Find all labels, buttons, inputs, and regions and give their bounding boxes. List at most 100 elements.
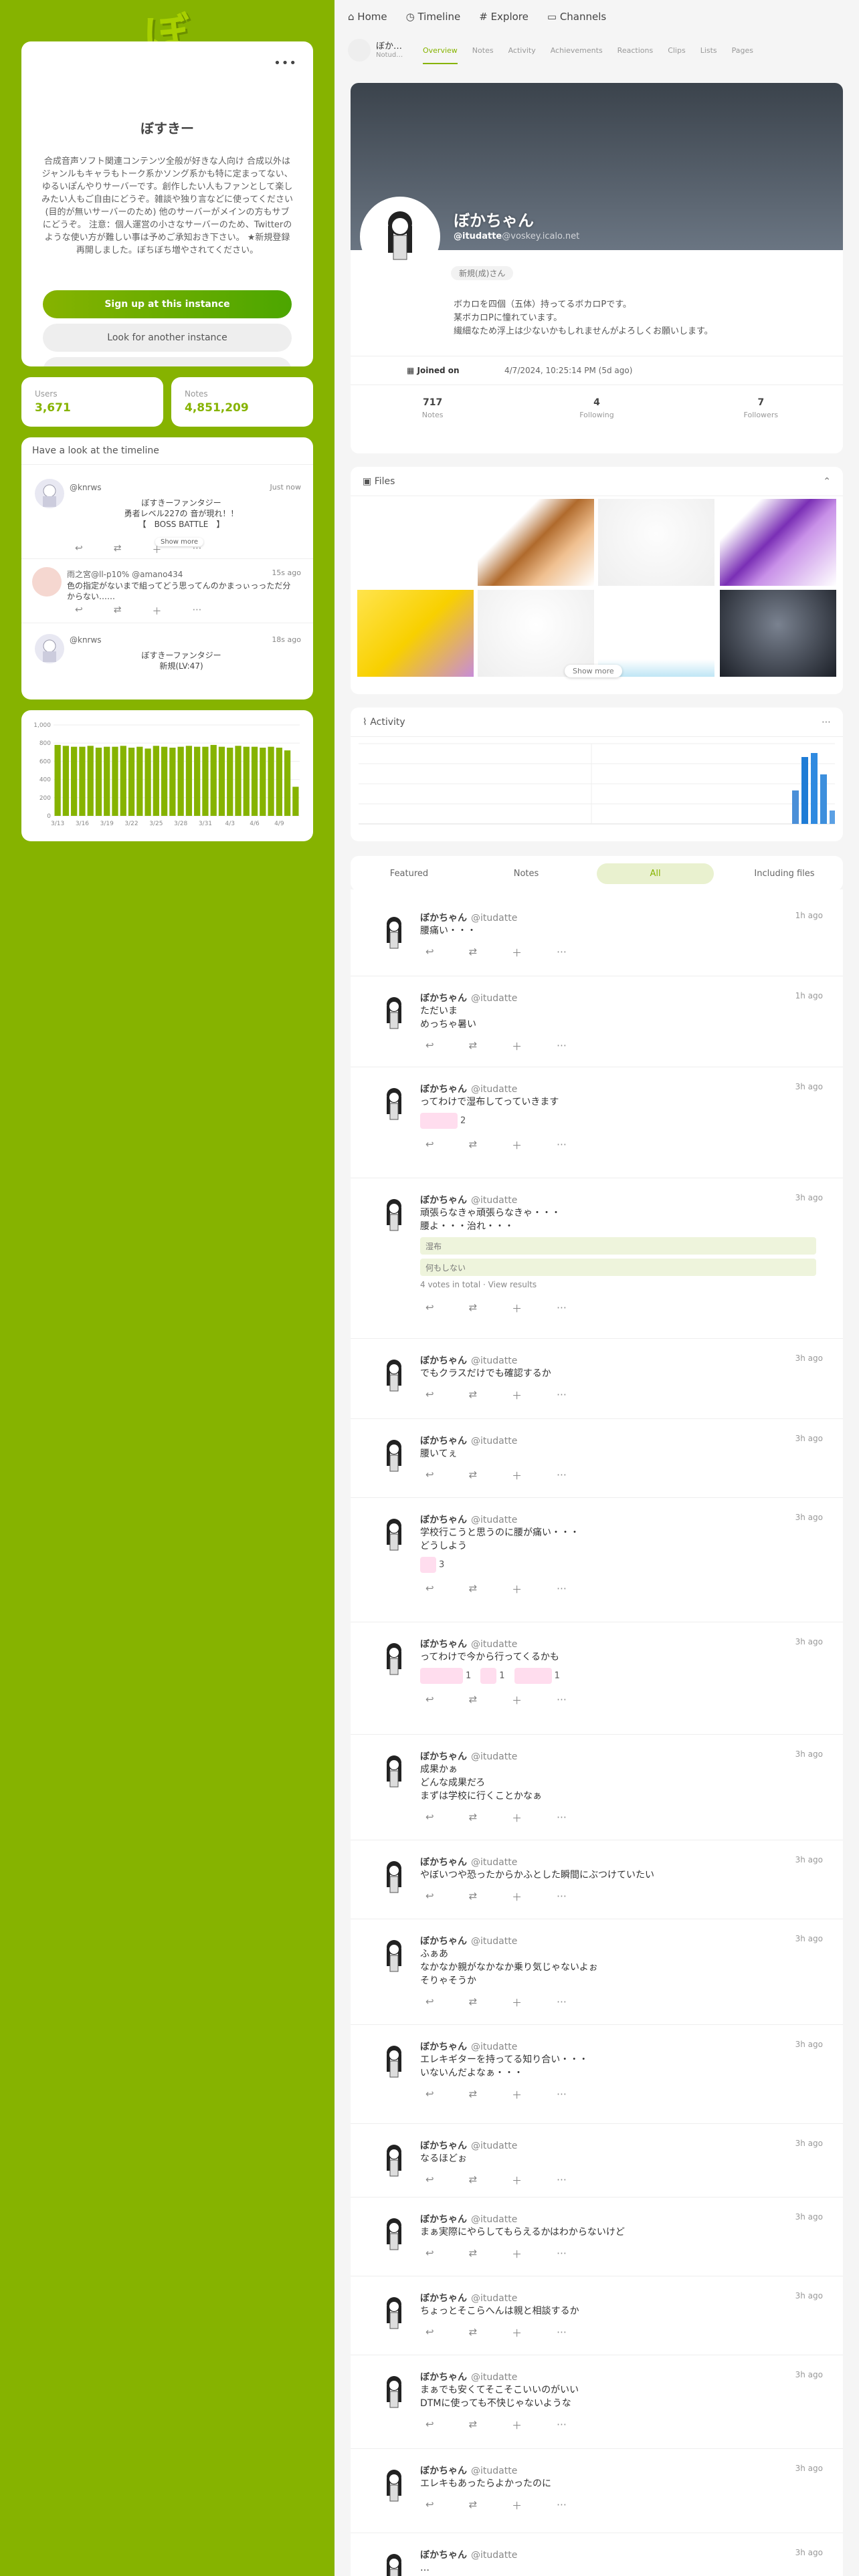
- reaction-button[interactable]: 3: [420, 1557, 444, 1573]
- reply-icon[interactable]: ↩: [425, 1582, 434, 1596]
- note-item[interactable]: ぼかちゃん @itudatte 3h ago やぼいつや恐ったからかふとした瞬間に…: [351, 1840, 843, 1919]
- reply-icon[interactable]: ↩: [425, 2326, 434, 2340]
- reaction-button[interactable]: 1: [480, 1668, 505, 1684]
- poll-info[interactable]: 4 votes in total · View results: [420, 1280, 537, 1289]
- note-author[interactable]: ぼかちゃん @itudatte: [420, 1434, 517, 1447]
- note-time[interactable]: 3h ago: [795, 2548, 823, 2557]
- tab-lists[interactable]: Lists: [700, 46, 717, 55]
- renote-icon[interactable]: ⇄: [469, 2247, 478, 2261]
- avatar[interactable]: [375, 1083, 413, 1122]
- react-icon[interactable]: ＋: [512, 2418, 522, 2432]
- reply-icon[interactable]: ↩: [425, 1039, 434, 1053]
- note-time[interactable]: 3h ago: [795, 1082, 823, 1091]
- file-thumbnail[interactable]: [720, 590, 836, 677]
- renote-icon[interactable]: ⇄: [469, 1693, 478, 1707]
- react-icon[interactable]: ＋: [152, 543, 161, 556]
- avatar[interactable]: [375, 1435, 413, 1474]
- note-time[interactable]: 3h ago: [795, 2040, 823, 2049]
- poll-option[interactable]: 湿布: [420, 1237, 816, 1255]
- note-author[interactable]: ぼかちゃん @itudatte: [420, 1749, 517, 1763]
- reply-icon[interactable]: ↩: [425, 2247, 434, 2261]
- reaction-button[interactable]: 1: [514, 1668, 560, 1684]
- tab-pages[interactable]: Pages: [732, 46, 753, 55]
- file-thumbnail[interactable]: [598, 590, 714, 677]
- note-author[interactable]: ぼかちゃん @itudatte: [420, 1082, 517, 1095]
- more-icon[interactable]: ⋯: [192, 543, 201, 556]
- avatar[interactable]: [375, 1514, 413, 1553]
- note-item[interactable]: ぼかちゃん @itudatte 3h ago ってわけで今から行ってくるかも 1 1 1…: [351, 1622, 843, 1735]
- note-item[interactable]: ぼかちゃん @itudatte 3h ago 学校行こうと思うのに腰が痛い・・・ …: [351, 1498, 843, 1622]
- react-icon[interactable]: ＋: [512, 1811, 522, 1825]
- note-item[interactable]: ぼかちゃん @itudatte 3h ago なるほどぉ ↩ ⇄ ＋ ⋯: [351, 2124, 843, 2197]
- avatar[interactable]: [375, 1355, 413, 1394]
- note-author[interactable]: ぼかちゃん @itudatte: [420, 2139, 517, 2152]
- renote-icon[interactable]: ⇄: [469, 2326, 478, 2340]
- files-header[interactable]: ▣ Files ⌃: [351, 467, 843, 496]
- note-item[interactable]: ぼかちゃん @itudatte 3h ago まぁ実際にやらしてもらえるかはわから…: [351, 2197, 843, 2276]
- nav-timeline[interactable]: ◷ Timeline: [406, 11, 461, 23]
- note-author[interactable]: ぼかちゃん @itudatte: [420, 1934, 517, 1947]
- timeline-user[interactable]: @knrws: [70, 483, 102, 492]
- note-author[interactable]: ぼかちゃん @itudatte: [420, 1354, 517, 1367]
- react-icon[interactable]: ＋: [512, 1301, 522, 1315]
- react-icon[interactable]: ＋: [512, 1693, 522, 1707]
- more-icon[interactable]: ⋯: [557, 1582, 567, 1596]
- avatar[interactable]: [375, 1935, 413, 1974]
- nav-home[interactable]: ⌂ Home: [348, 11, 387, 23]
- react-icon[interactable]: ＋: [512, 1138, 522, 1152]
- profile-account-chip[interactable]: ぼか… Notud…: [348, 39, 423, 62]
- tab-featured[interactable]: Featured: [351, 869, 468, 879]
- note-time[interactable]: 3h ago: [795, 1354, 823, 1363]
- renote-icon[interactable]: ⇄: [469, 1890, 478, 1904]
- note-time[interactable]: 1h ago: [795, 911, 823, 920]
- note-author[interactable]: ぼかちゃん @itudatte: [420, 1637, 517, 1650]
- more-icon[interactable]: ⋯: [557, 1301, 567, 1315]
- avatar[interactable]: [375, 2214, 413, 2252]
- more-icon[interactable]: ⋯: [557, 1693, 567, 1707]
- file-thumbnail[interactable]: [357, 590, 474, 677]
- tab-notes[interactable]: Notes: [472, 46, 494, 55]
- avatar[interactable]: [375, 2549, 413, 2576]
- reply-icon[interactable]: ↩: [425, 946, 434, 960]
- more-icon[interactable]: ⋯: [557, 2173, 567, 2187]
- note-time[interactable]: 3h ago: [795, 1855, 823, 1864]
- renote-icon[interactable]: ⇄: [469, 1301, 478, 1315]
- note-time[interactable]: 1h ago: [795, 991, 823, 1000]
- note-author[interactable]: ぼかちゃん @itudatte: [420, 2040, 517, 2053]
- avatar[interactable]: [375, 2371, 413, 2410]
- note-author[interactable]: ぼかちゃん @itudatte: [420, 991, 517, 1004]
- note-item[interactable]: ぼかちゃん @itudatte 3h ago ってわけで湿布してっていきます 2 ↩…: [351, 1067, 843, 1178]
- reply-icon[interactable]: ↩: [425, 1469, 434, 1483]
- note-item[interactable]: ぼかちゃん @itudatte 3h ago ちょっとそこらへんは親と相談するか …: [351, 2276, 843, 2355]
- reply-icon[interactable]: ↩: [425, 2088, 434, 2102]
- note-author[interactable]: ぼかちゃん @itudatte: [420, 1513, 517, 1526]
- reaction-button[interactable]: 1: [420, 1668, 471, 1684]
- more-icon[interactable]: ⋯: [557, 1388, 567, 1402]
- avatar[interactable]: [375, 1194, 413, 1233]
- avatar[interactable]: [375, 992, 413, 1031]
- reply-icon[interactable]: ↩: [425, 1996, 434, 2010]
- tab-reactions[interactable]: Reactions: [617, 46, 654, 55]
- reaction-button[interactable]: 2: [420, 1113, 466, 1129]
- react-icon[interactable]: ＋: [512, 2247, 522, 2261]
- note-item[interactable]: ぼかちゃん @itudatte 3h ago エレキもあったらよかったのに ↩ ⇄…: [351, 2449, 843, 2533]
- avatar[interactable]: [35, 634, 64, 663]
- react-icon[interactable]: ＋: [512, 1890, 522, 1904]
- avatar[interactable]: [375, 2465, 413, 2504]
- reply-icon[interactable]: ↩: [425, 2498, 434, 2512]
- reply-icon[interactable]: ↩: [75, 605, 83, 618]
- tab-activity[interactable]: Activity: [508, 46, 536, 55]
- more-icon[interactable]: ⋯: [822, 717, 831, 728]
- file-thumbnail[interactable]: [478, 590, 594, 677]
- renote-icon[interactable]: ⇄: [469, 1039, 478, 1053]
- tab-achievements[interactable]: Achievements: [551, 46, 603, 55]
- note-author[interactable]: ぼかちゃん @itudatte: [420, 2291, 517, 2304]
- note-item[interactable]: ぼかちゃん @itudatte 3h ago エレキギターを持ってる知り合い・・・…: [351, 2025, 843, 2124]
- more-icon[interactable]: ⋯: [557, 1138, 567, 1152]
- reply-icon[interactable]: ↩: [425, 1890, 434, 1904]
- more-menu-icon[interactable]: •••: [274, 56, 297, 70]
- more-icon[interactable]: ⋯: [557, 2088, 567, 2102]
- nav-explore[interactable]: # Explore: [479, 11, 529, 23]
- note-time[interactable]: 3h ago: [795, 2291, 823, 2300]
- avatar[interactable]: [35, 479, 64, 508]
